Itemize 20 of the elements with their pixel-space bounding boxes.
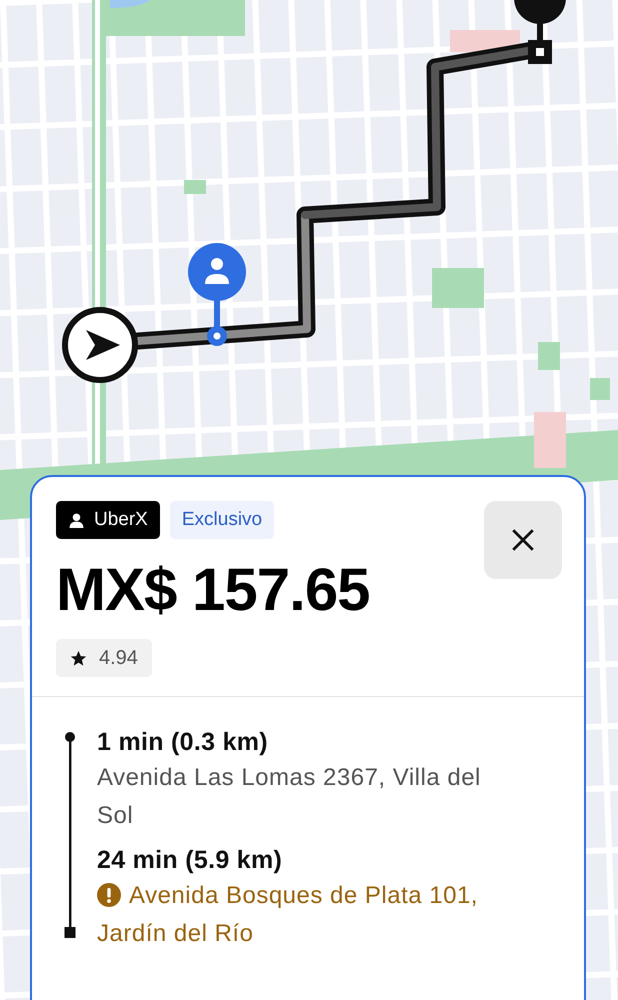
water-area [110, 0, 150, 8]
park-area [184, 180, 206, 194]
fare-price: MX$ 157.65 [56, 557, 371, 623]
star-icon [70, 650, 87, 666]
destination-marker [514, 0, 566, 64]
building-area [534, 412, 566, 468]
stop-eta: 1 min (0.3 km) [97, 727, 269, 758]
park-area [590, 378, 610, 400]
stop-address: Avenida Las Lomas 2367, Villa del Sol [97, 763, 482, 831]
stop-eta: 24 min (5.9 km) [97, 845, 284, 876]
close-button[interactable] [484, 501, 562, 579]
product-name: UberX [94, 509, 148, 531]
exclusive-tag: Exclusivo [170, 501, 274, 539]
person-icon [68, 512, 85, 528]
park-area [432, 268, 484, 308]
stop-address: Avenida Bosques de Plata 101, Jardín del Río [97, 881, 479, 949]
park-area [538, 342, 560, 370]
close-icon [510, 527, 536, 553]
warning-icon [97, 883, 121, 907]
rating-value: 4.94 [99, 646, 138, 670]
